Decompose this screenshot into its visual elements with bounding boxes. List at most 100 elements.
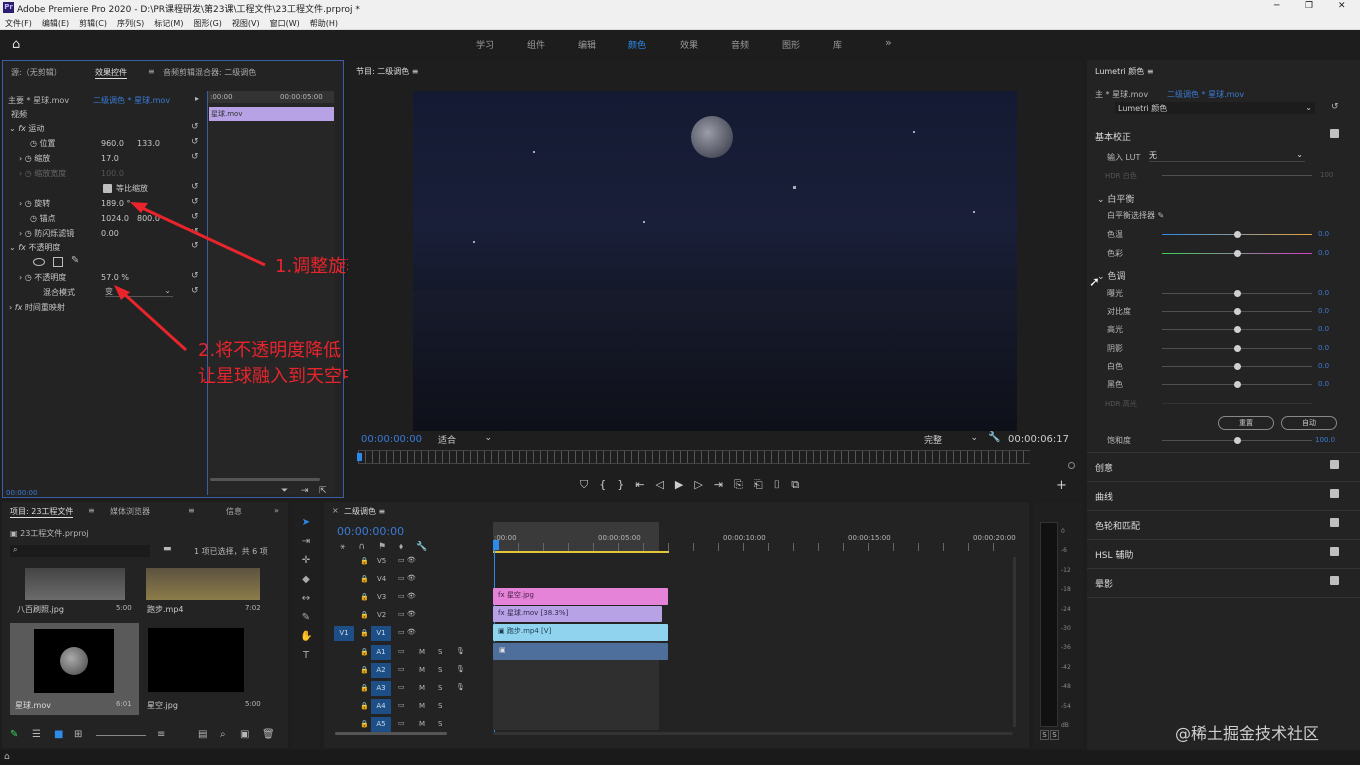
find-icon[interactable]: ⌕ [220, 729, 226, 740]
hand-tool-icon[interactable]: ✋ [300, 631, 312, 643]
tint-value[interactable]: 0.0 [1318, 249, 1329, 257]
hsl-header[interactable]: HSL 辅助 [1095, 548, 1133, 561]
playhead[interactable] [357, 453, 362, 461]
blacks-slider[interactable] [1162, 381, 1312, 388]
thumbnail-image[interactable] [25, 568, 125, 600]
timeline-title[interactable]: 二级调色 ≡ [344, 506, 385, 517]
timeline-scrollbar[interactable] [493, 732, 1013, 735]
tab-info[interactable]: 信息 [226, 506, 242, 517]
creative-checkbox[interactable] [1330, 460, 1339, 469]
hsl-checkbox[interactable] [1330, 547, 1339, 556]
new-bin-icon[interactable]: ▬ [163, 544, 172, 554]
pencil-icon[interactable]: ✎ [10, 729, 18, 740]
wrench-icon[interactable]: 🔧 [988, 432, 1000, 443]
white-balance-header[interactable]: ⌄ 白平衡 [1097, 192, 1134, 205]
zoom-slider[interactable] [96, 735, 146, 736]
razor-icon[interactable]: ◆ [300, 574, 312, 586]
program-title: 节目: 二级调色 ≡ [356, 67, 419, 76]
item-name: 星球.mov [15, 701, 51, 710]
freeform-view-icon[interactable]: ⊞ [74, 729, 82, 740]
sort-icon[interactable]: ≡ [157, 729, 165, 740]
type-tool-icon[interactable]: T [300, 650, 312, 662]
curves-header[interactable]: 曲线 [1095, 490, 1113, 503]
timeline-timecode[interactable]: 00:00:00:00 [337, 525, 404, 538]
vertical-scrollbar[interactable] [1013, 557, 1016, 727]
selected-thumbnail[interactable]: 星球.mov 6:01 [10, 623, 139, 715]
creative-header[interactable]: 创意 [1095, 461, 1113, 474]
contrast-value[interactable]: 0.0 [1318, 307, 1329, 315]
clip-running[interactable]: ▣ 跑步.mp4 [V] [493, 624, 668, 641]
color-wheels-checkbox[interactable] [1330, 518, 1339, 527]
contrast-slider[interactable] [1162, 308, 1312, 315]
automate-icon[interactable]: ▤ [198, 729, 207, 740]
tint-slider[interactable] [1162, 250, 1312, 257]
project-search-input[interactable]: ⌕ [10, 545, 150, 557]
more-icon[interactable]: » [274, 506, 279, 515]
saturation-slider[interactable] [1162, 437, 1312, 444]
tone-header[interactable]: ⌄ 色调 [1097, 269, 1125, 282]
clip-starry-sky[interactable]: fx 星空.jpg [493, 588, 668, 605]
thumbnail-image[interactable] [148, 628, 244, 692]
input-lut-select[interactable]: 无 ⌄ [1149, 150, 1305, 162]
ripple-edit-icon[interactable]: ✛ [300, 555, 312, 567]
zoom-handle[interactable] [1068, 462, 1075, 469]
timeline-tool-icons[interactable]: ⚹∩⚑⬧🔧 [340, 542, 440, 552]
menu-icon[interactable]: ≡ [188, 506, 195, 515]
shadows-value[interactable]: 0.0 [1318, 344, 1329, 352]
time-ruler[interactable] [493, 543, 1013, 551]
program-video-frame[interactable] [413, 91, 1017, 431]
track-scrollbar[interactable] [335, 732, 447, 735]
temp-value[interactable]: 0.0 [1318, 230, 1329, 238]
highlights-slider[interactable] [1162, 326, 1312, 333]
solo-button[interactable]: S [1040, 730, 1049, 740]
blacks-value[interactable]: 0.0 [1318, 380, 1329, 388]
lumetri-seq-clip[interactable]: 二级调色 * 星球.mov [1167, 89, 1244, 100]
close-tab-icon[interactable]: × [332, 506, 339, 515]
clip-planet[interactable]: fx 星球.mov [38.3%] [493, 606, 662, 622]
playhead[interactable] [493, 540, 499, 550]
selection-tool-icon[interactable]: ➤ [300, 517, 312, 529]
tab-project[interactable]: 项目: 23工程文件 [10, 506, 74, 518]
solo-button[interactable]: S [1050, 730, 1059, 740]
basic-correction-header[interactable]: 基本校正 [1095, 130, 1131, 143]
shadows-slider[interactable] [1162, 345, 1312, 352]
exposure-slider[interactable] [1162, 290, 1312, 297]
clip-running-audio[interactable]: ▣ [493, 643, 668, 660]
highlights-value[interactable]: 0.0 [1318, 325, 1329, 333]
list-view-icon[interactable]: ☰ [32, 729, 41, 740]
whites-value[interactable]: 0.0 [1318, 362, 1329, 370]
thumbnail-video[interactable] [146, 568, 260, 600]
trash-icon[interactable]: 🗑 [262, 729, 275, 740]
add-button-icon[interactable]: + [1056, 478, 1067, 493]
program-timecode[interactable]: 00:00:00:00 [361, 434, 422, 445]
temperature-slider[interactable] [1162, 231, 1312, 238]
reset-button[interactable]: 重置 [1218, 416, 1274, 430]
fit-select[interactable]: 适合 ⌄ [438, 433, 494, 446]
icon-view-icon[interactable]: ■ [54, 729, 63, 740]
pen-tool-icon[interactable]: ✎ [300, 612, 312, 624]
lumetri-master-clip[interactable]: 主 * 星球.mov [1095, 89, 1148, 100]
reset-icon[interactable]: ↺ [1331, 102, 1339, 112]
track-select-icon[interactable]: ⇥ [300, 536, 312, 548]
transport-controls[interactable]: ⛉{}⇤◁▶▷⇥⎘⎗⌷⧉ [580, 478, 810, 492]
new-item-icon[interactable]: ▣ [240, 729, 249, 740]
saturation-value[interactable]: 100.0 [1315, 436, 1335, 444]
star [913, 131, 915, 133]
watermark: @稀土掘金技术社区 [1175, 724, 1320, 743]
whites-slider[interactable] [1162, 363, 1312, 370]
status-bar: ⌂ [0, 750, 1360, 765]
color-wheels-header[interactable]: 色轮和匹配 [1095, 519, 1140, 532]
basic-correction-checkbox[interactable] [1330, 129, 1339, 138]
tab-media-browser[interactable]: 媒体浏览器 [110, 506, 150, 517]
vignette-header[interactable]: 晕影 [1095, 577, 1113, 590]
quality-select[interactable]: 完整 ⌄ [924, 433, 980, 446]
menu-icon[interactable]: ≡ [88, 506, 95, 515]
program-scrubber[interactable] [358, 450, 1030, 464]
vignette-checkbox[interactable] [1330, 576, 1339, 585]
slip-tool-icon[interactable]: ↔ [300, 593, 312, 605]
input-lut-label: 输入 LUT [1107, 153, 1141, 162]
lumetri-fx-select[interactable]: Lumetri 颜色 ⌄ [1115, 102, 1315, 114]
exposure-value[interactable]: 0.0 [1318, 289, 1329, 297]
curves-checkbox[interactable] [1330, 489, 1339, 498]
auto-button[interactable]: 自动 [1281, 416, 1337, 430]
